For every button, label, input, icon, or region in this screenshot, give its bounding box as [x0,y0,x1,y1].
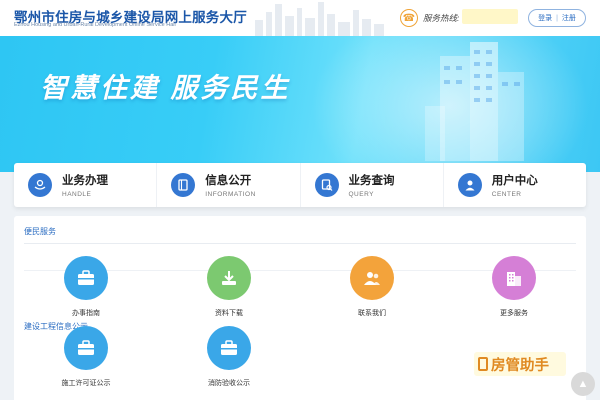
nav-bar: 业务办理 HANDLE 信息公开 INFORMATION 业务查询 QUERY [14,163,586,207]
services-title: 便民服务 [24,227,56,236]
page: 鄂州市住房与城乡建设局网上服务大厅 Ezhou Housing and Urba… [0,0,600,400]
register-link[interactable]: 注册 [562,13,576,23]
skyline-decoration [255,2,384,36]
contacts-icon [350,256,394,300]
divider [24,243,576,244]
user-icon [457,173,482,197]
service-label: 资料下载 [215,310,243,317]
header: 鄂州市住房与城乡建设局网上服务大厅 Ezhou Housing and Urba… [0,0,600,36]
auth-separator: | [556,14,558,22]
briefcase-icon [207,326,251,370]
buildings-illustration [425,42,524,161]
nav-label: 业务查询 [348,175,395,187]
service-label: 消防验收公示 [208,380,250,387]
download-icon [207,256,251,300]
nav-label: 用户中心 [491,175,538,187]
nav-sub: CENTER [491,191,522,198]
hotline-label: 服务热线: [423,13,460,23]
service-guide[interactable]: 办事指南 [46,256,126,318]
book-icon [171,173,196,197]
scroll-top-button[interactable]: ▲ [571,372,595,396]
service-construction-permit[interactable]: 施工许可证公示 [46,326,126,388]
phone-icon: ☎ [400,9,418,27]
hotline-value [462,9,518,24]
service-label: 办事指南 [72,310,100,317]
login-link[interactable]: 登录 [538,13,552,23]
auth-box: 登录 | 注册 [528,9,586,27]
building-icon [492,256,536,300]
nav-sub: QUERY [348,191,374,198]
service-label: 联系我们 [358,310,386,317]
service-contact[interactable]: 联系我们 [332,256,412,318]
banner: 智慧住建 服务民生 [0,36,600,172]
nav-sub: INFORMATION [205,191,256,198]
nav-card-center[interactable]: 用户中心 CENTER [444,163,586,207]
nav-label: 信息公开 [205,175,252,187]
nav-card-information[interactable]: 信息公开 INFORMATION [157,163,301,207]
service-fire-acceptance[interactable]: 消防验收公示 [189,326,269,388]
service-label: 更多服务 [500,310,528,317]
service-download[interactable]: 资料下载 [189,256,269,318]
service-label: 施工许可证公示 [61,380,111,387]
hand-heart-icon [28,173,52,197]
briefcase-icon [64,256,108,300]
nav-card-query[interactable]: 业务查询 QUERY [301,163,444,207]
banner-slogan: 智慧住建 服务民生 [40,73,291,103]
nav-card-handle[interactable]: 业务办理 HANDLE [14,163,158,207]
phone-outline-icon [478,357,488,371]
site-subtitle: Ezhou Housing and Urban-Rural Developmen… [14,22,176,28]
nav-label: 业务办理 [62,175,108,187]
document-search-icon [314,173,339,197]
watermark: 房管助手 [474,352,566,376]
watermark-text: 房管助手 [491,357,549,374]
briefcase-icon [64,326,108,370]
nav-sub: HANDLE [62,191,92,198]
service-more[interactable]: 更多服务 [474,256,554,318]
